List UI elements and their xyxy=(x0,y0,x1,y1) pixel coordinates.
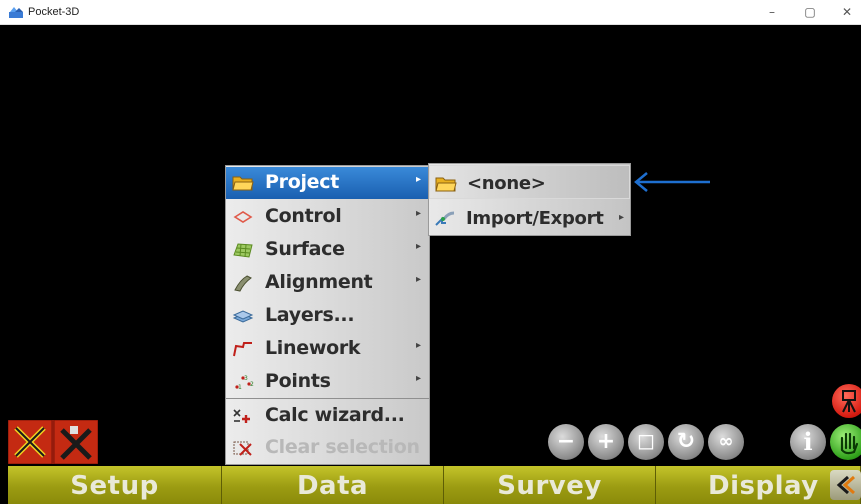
infinite-button[interactable]: ∞ xyxy=(708,424,744,460)
maximize-button[interactable]: ▢ xyxy=(798,4,822,20)
back-arrow-icon xyxy=(836,475,855,495)
calc-wizard-icon xyxy=(233,409,250,423)
submenu-arrow-icon: ▸ xyxy=(416,274,422,285)
submenu-item-none[interactable]: <none> xyxy=(429,165,630,199)
menu-item-layers[interactable]: Layers... xyxy=(226,300,429,332)
svg-text:3: 3 xyxy=(244,375,248,382)
menu-item-control[interactable]: Control ▸ xyxy=(226,201,429,233)
main-tab-bar: Setup Data Survey Display xyxy=(0,466,861,504)
menu-item-label: Points xyxy=(265,370,331,392)
menu-item-points[interactable]: 1 3 2 Points ▸ xyxy=(226,366,429,398)
surface-grid-icon xyxy=(233,243,253,258)
submenu-item-label: <none> xyxy=(467,173,546,194)
menu-item-clear-selection: Clear selection xyxy=(226,432,429,464)
menu-item-label: Layers... xyxy=(265,304,355,326)
submenu-arrow-icon: ▸ xyxy=(619,212,625,223)
menu-separator xyxy=(226,398,429,399)
svg-text:1: 1 xyxy=(238,384,242,391)
submenu-arrow-icon: ▸ xyxy=(416,241,422,252)
tab-label: Survey xyxy=(497,471,602,501)
close-button[interactable]: ✕ xyxy=(835,4,859,20)
clear-selection-icon xyxy=(233,441,252,456)
data-menu: Project ▸ Control ▸ Surface ▸ Alignment … xyxy=(225,165,430,465)
alert-tool-button[interactable] xyxy=(832,384,861,418)
minimize-button[interactable]: – xyxy=(760,4,784,20)
menu-item-surface[interactable]: Surface ▸ xyxy=(226,234,429,266)
tab-survey[interactable]: Survey xyxy=(444,466,656,504)
title-bar: Pocket-3D – ▢ ✕ xyxy=(0,0,861,25)
survey-tripod-icon xyxy=(842,390,856,413)
window-title: Pocket-3D xyxy=(28,6,80,18)
submenu-arrow-icon: ▸ xyxy=(416,340,422,351)
tab-setup[interactable]: Setup xyxy=(8,466,222,504)
points-icon: 1 3 2 xyxy=(235,375,254,391)
submenu-item-label: Import/Export xyxy=(466,208,604,229)
back-button[interactable] xyxy=(830,470,861,500)
pan-hand-button[interactable] xyxy=(830,424,861,460)
folder-icon xyxy=(232,176,254,191)
tab-label: Setup xyxy=(70,471,159,501)
tab-label: Data xyxy=(296,471,369,501)
submenu-item-import-export[interactable]: Import/Export ▸ xyxy=(429,201,630,235)
snap-tools[interactable] xyxy=(8,420,98,464)
map-canvas[interactable] xyxy=(8,25,861,464)
alignment-icon xyxy=(234,275,252,292)
hand-icon xyxy=(840,432,859,455)
submenu-arrow-icon: ▸ xyxy=(416,208,422,219)
menu-item-label: Project xyxy=(265,171,339,193)
folder-icon xyxy=(435,177,457,192)
info-button[interactable]: i xyxy=(790,424,826,460)
menu-item-project[interactable]: Project ▸ xyxy=(226,167,429,199)
menu-item-label: Clear selection xyxy=(265,436,420,458)
linework-icon xyxy=(233,342,252,357)
import-export-icon xyxy=(435,211,455,226)
zoom-extents-button[interactable]: ◻ xyxy=(628,424,664,460)
menu-item-label: Surface xyxy=(265,238,345,260)
zoom-out-button[interactable]: − xyxy=(548,424,584,460)
svg-text:2: 2 xyxy=(250,381,254,388)
project-submenu: <none> Import/Export ▸ xyxy=(428,163,631,236)
menu-item-label: Linework xyxy=(265,337,361,359)
menu-item-label: Alignment xyxy=(265,271,373,293)
menu-item-label: Control xyxy=(265,205,342,227)
menu-item-linework[interactable]: Linework ▸ xyxy=(226,333,429,365)
control-diamond-icon xyxy=(233,211,253,223)
menu-item-alignment[interactable]: Alignment ▸ xyxy=(226,267,429,299)
zoom-in-button[interactable]: + xyxy=(588,424,624,460)
menu-item-calc-wizard[interactable]: Calc wizard... xyxy=(226,400,429,432)
annotation-arrow-icon xyxy=(634,172,710,192)
layers-icon xyxy=(232,310,254,323)
tab-data[interactable]: Data xyxy=(222,466,444,504)
refresh-button[interactable]: ↻ xyxy=(668,424,704,460)
pocket-3d-app-icon xyxy=(9,7,23,18)
submenu-arrow-icon: ▸ xyxy=(416,373,422,384)
submenu-arrow-icon: ▸ xyxy=(416,174,422,185)
menu-item-label: Calc wizard... xyxy=(265,404,405,426)
